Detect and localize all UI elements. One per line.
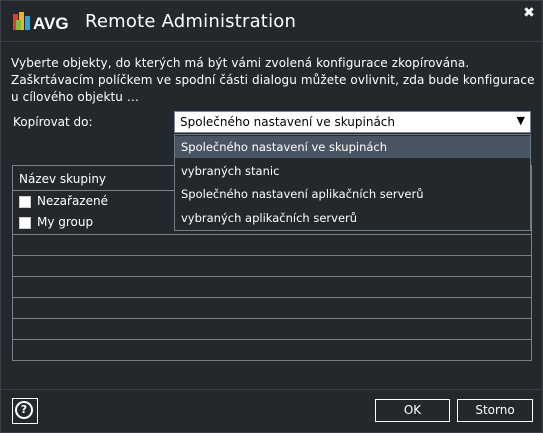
copy-to-dropdown-list: Společného nastavení ve skupinách vybran…	[174, 134, 531, 231]
group-name: My group	[37, 215, 94, 229]
checkbox[interactable]	[19, 217, 31, 229]
row-divider	[13, 276, 531, 277]
copy-to-select[interactable]: Společného nastavení ve skupinách ▼	[174, 111, 531, 133]
avg-logo: AVG	[13, 12, 69, 33]
footer-divider	[1, 389, 542, 390]
help-button[interactable]: ?	[12, 398, 38, 424]
dropdown-option-stations[interactable]: vybraných stanic	[175, 160, 530, 182]
row-divider	[13, 297, 531, 298]
close-button[interactable]: ✖	[520, 5, 538, 21]
column-header-group-name[interactable]: Název skupiny	[19, 172, 106, 186]
logo-text: AVG	[33, 14, 69, 33]
help-icon: ?	[15, 401, 33, 419]
copy-to-selected-value: Společného nastavení ve skupinách	[180, 115, 395, 129]
ok-button[interactable]: OK	[375, 399, 450, 422]
dropdown-option-app-server-settings[interactable]: Společného nastavení aplikačních serverů	[175, 183, 530, 205]
group-name: Nezařazené	[37, 194, 108, 208]
row-divider	[13, 234, 531, 235]
chevron-down-icon: ▼	[516, 114, 525, 127]
title-divider	[1, 41, 542, 42]
titlebar: AVG Remote Administration ✖	[1, 1, 542, 41]
dropdown-option-app-servers[interactable]: vybraných aplikačních serverů	[175, 207, 530, 229]
dropdown-option-group-settings[interactable]: Společného nastavení ve skupinách	[175, 136, 530, 158]
row-divider	[13, 318, 531, 319]
cancel-button[interactable]: Storno	[457, 399, 533, 422]
checkbox[interactable]	[19, 196, 31, 208]
row-divider	[13, 255, 531, 256]
row-divider	[13, 339, 531, 340]
window-title: Remote Administration	[85, 11, 297, 32]
copy-to-label: Kopírovat do:	[13, 115, 93, 129]
dialog-window: AVG Remote Administration ✖ Vyberte obje…	[0, 0, 543, 433]
dialog-description: Vyberte objekty, do kterých má být vámi …	[11, 56, 535, 104]
